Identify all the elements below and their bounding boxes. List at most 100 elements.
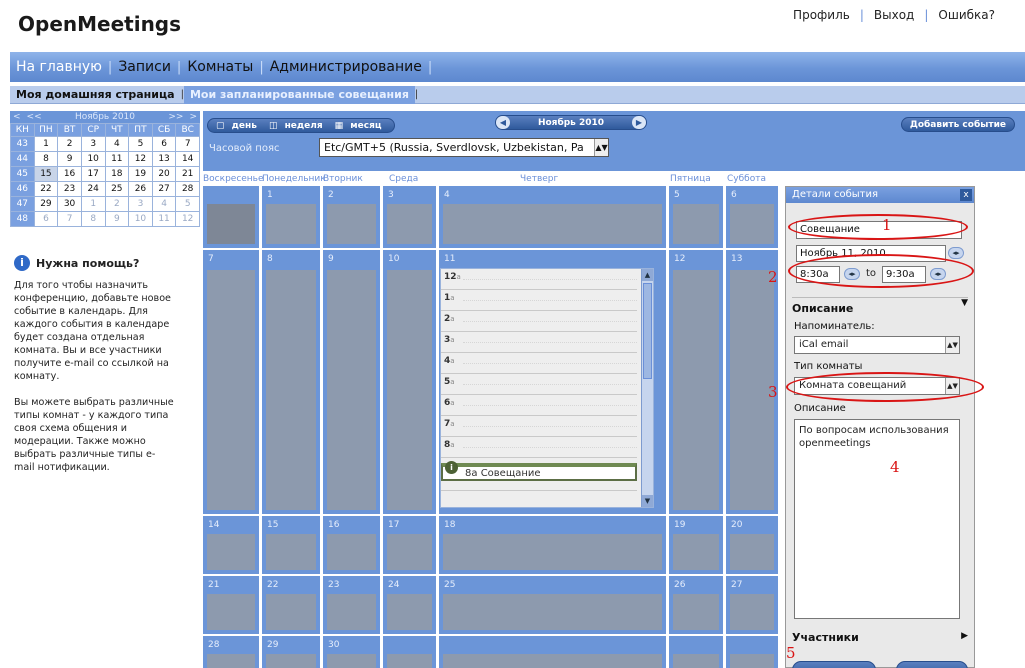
- add-event-button[interactable]: Добавить событие: [900, 117, 1015, 132]
- hour-slot[interactable]: 7a: [441, 416, 637, 437]
- reminder-select[interactable]: iCal email ▲▼: [794, 336, 960, 354]
- mini-calendar-day[interactable]: 6: [33, 211, 59, 227]
- mini-calendar-day[interactable]: 22: [33, 181, 59, 197]
- day-events-area[interactable]: [327, 204, 376, 244]
- mini-calendar-day[interactable]: 1: [80, 196, 106, 212]
- hour-slot[interactable]: 4a: [441, 353, 637, 374]
- calendar-day-cell[interactable]: 9: [323, 250, 380, 514]
- calendar-day-cell[interactable]: 7: [203, 250, 259, 514]
- report-bug-link[interactable]: Ошибка?: [938, 8, 995, 22]
- mini-calendar-day[interactable]: 9: [57, 151, 82, 167]
- day-events-area[interactable]: [266, 534, 316, 570]
- calendar-day-cell[interactable]: 12: [669, 250, 723, 514]
- calendar-day-cell[interactable]: 27: [726, 576, 778, 634]
- calendar-day-cell[interactable]: 15: [262, 516, 320, 574]
- calendar-day-cell[interactable]: 17: [383, 516, 436, 574]
- calendar-day-cell[interactable]: [439, 636, 666, 668]
- day-events-area[interactable]: [207, 594, 255, 630]
- day-events-area[interactable]: [387, 594, 432, 630]
- prev-year-button[interactable]: <: [10, 112, 24, 122]
- mini-calendar-day[interactable]: 4: [151, 196, 177, 212]
- calendar-day-cell[interactable]: 8: [262, 250, 320, 514]
- prev-month-button[interactable]: <<: [24, 112, 45, 122]
- calendar-day-cell[interactable]: 21: [203, 576, 259, 634]
- mini-calendar-day[interactable]: 18: [104, 166, 130, 182]
- day-events-area[interactable]: [387, 204, 432, 244]
- day-events-area[interactable]: [673, 654, 719, 668]
- calendar-day-cell[interactable]: 20: [726, 516, 778, 574]
- day-events-area[interactable]: [673, 204, 719, 244]
- calendar-day-cell[interactable]: 25: [439, 576, 666, 634]
- next-month-arrow-icon[interactable]: ▶: [632, 116, 646, 129]
- mini-calendar-day[interactable]: 27: [151, 181, 177, 197]
- calendar-day-cell[interactable]: 5: [669, 186, 723, 248]
- mini-calendar-day[interactable]: 24: [80, 181, 106, 197]
- hour-slot[interactable]: 6a: [441, 395, 637, 416]
- mini-calendar-day[interactable]: 7: [175, 136, 200, 152]
- mini-calendar-day[interactable]: 7: [57, 211, 82, 227]
- day-events-area[interactable]: [327, 594, 376, 630]
- mini-calendar-day[interactable]: 20: [151, 166, 177, 182]
- day-events-area[interactable]: [673, 594, 719, 630]
- day-events-area[interactable]: [387, 534, 432, 570]
- calendar-day-cell[interactable]: 23: [323, 576, 380, 634]
- close-icon[interactable]: x: [960, 189, 972, 201]
- day-events-area[interactable]: [443, 204, 662, 244]
- mini-calendar-day[interactable]: 26: [128, 181, 153, 197]
- timezone-select[interactable]: Etc/GMT+5 (Russia, Sverdlovsk, Uzbekista…: [319, 138, 609, 157]
- nav-administration[interactable]: Администрирование: [264, 59, 428, 75]
- day-events-area[interactable]: [207, 654, 255, 668]
- scroll-up-icon[interactable]: ▲: [642, 269, 653, 281]
- day-events-area[interactable]: [730, 204, 774, 244]
- calendar-day-cell[interactable]: 30: [323, 636, 380, 668]
- next-month-button[interactable]: >>: [165, 112, 186, 122]
- calendar-day-cell[interactable]: [383, 636, 436, 668]
- calendar-day-cell[interactable]: 18: [439, 516, 666, 574]
- hour-slot[interactable]: 5a: [441, 374, 637, 395]
- mini-calendar-day[interactable]: 23: [57, 181, 82, 197]
- hour-slot[interactable]: 2a: [441, 311, 637, 332]
- calendar-day-cell[interactable]: 2: [323, 186, 380, 248]
- mini-calendar-day[interactable]: 8: [80, 211, 106, 227]
- mini-calendar-day[interactable]: 10: [80, 151, 106, 167]
- view-week-button[interactable]: ◫ неделя: [269, 121, 327, 131]
- hour-slot[interactable]: 8a: [441, 437, 637, 458]
- day-events-area[interactable]: [327, 654, 376, 668]
- calendar-day-cell[interactable]: [726, 636, 778, 668]
- day-events-area[interactable]: [443, 534, 662, 570]
- day-events-area[interactable]: [730, 654, 774, 668]
- calendar-day-cell[interactable]: 10: [383, 250, 436, 514]
- day-events-area[interactable]: [673, 534, 719, 570]
- calendar-day-cell[interactable]: 22: [262, 576, 320, 634]
- mini-calendar-day[interactable]: 5: [128, 136, 153, 152]
- mini-calendar-day[interactable]: 17: [80, 166, 106, 182]
- calendar-day-cell[interactable]: 29: [262, 636, 320, 668]
- mini-calendar-day[interactable]: 4: [104, 136, 130, 152]
- day-events-area[interactable]: [207, 270, 255, 510]
- logout-link[interactable]: Выход: [874, 8, 914, 22]
- mini-calendar-day[interactable]: 13: [151, 151, 177, 167]
- description-section-header[interactable]: Описание ▼: [792, 297, 968, 315]
- day-events-area[interactable]: [327, 270, 376, 510]
- mini-calendar-day[interactable]: 1: [33, 136, 59, 152]
- mini-calendar-day[interactable]: 11: [151, 211, 177, 227]
- calendar-day-cell[interactable]: 6: [726, 186, 778, 248]
- calendar-day-cell[interactable]: 28: [203, 636, 259, 668]
- mini-calendar-day[interactable]: 6: [151, 136, 177, 152]
- view-day-button[interactable]: ▢ день: [216, 121, 261, 131]
- hour-slot[interactable]: 1a: [441, 290, 637, 311]
- nav-recordings[interactable]: Записи: [112, 59, 177, 75]
- scroll-down-icon[interactable]: ▼: [642, 495, 653, 507]
- calendar-day-cell[interactable]: 26: [669, 576, 723, 634]
- scroll-thumb[interactable]: [643, 283, 652, 379]
- calendar-day-cell[interactable]: 3: [383, 186, 436, 248]
- mini-calendar-day[interactable]: 12: [175, 211, 200, 227]
- calendar-day-cell[interactable]: [669, 636, 723, 668]
- day-events-area[interactable]: [387, 270, 432, 510]
- day-events-area[interactable]: [266, 654, 316, 668]
- mini-calendar-day[interactable]: 2: [57, 136, 82, 152]
- participants-section-header[interactable]: Участники ▶: [792, 631, 968, 644]
- day-events-area[interactable]: [387, 654, 432, 668]
- description-textarea[interactable]: По вопросам использования openmeetings: [794, 419, 960, 619]
- calendar-event[interactable]: i 8a Совещание: [441, 461, 637, 481]
